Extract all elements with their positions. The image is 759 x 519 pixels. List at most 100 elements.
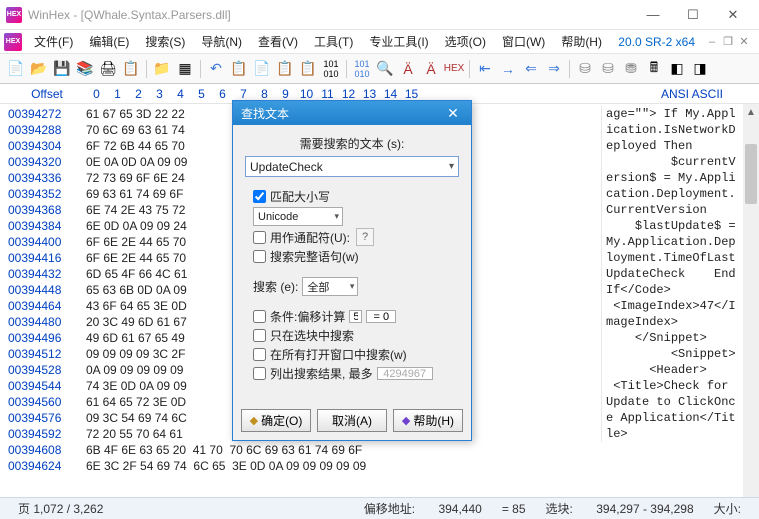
clipboard-icon[interactable]: 📄 — [252, 59, 272, 79]
col-header: 13 — [359, 87, 380, 101]
menu-f[interactable]: 文件(F) — [26, 30, 81, 53]
hex-bytes[interactable]: 61 64 65 72 3E 0D — [86, 395, 186, 409]
app-menu-icon[interactable]: HEX — [4, 33, 22, 51]
hex-bytes[interactable]: 0A 09 09 09 09 09 — [86, 363, 183, 377]
close-button[interactable]: ✕ — [713, 4, 753, 26]
hex-bytes[interactable]: 6E 74 2E 43 75 72 — [86, 203, 185, 217]
vertical-scrollbar[interactable]: ▲ ▼ — [743, 104, 759, 516]
find-icon[interactable]: Ä — [398, 59, 418, 79]
maximize-button[interactable]: ☐ — [673, 4, 713, 26]
col-header: 8 — [254, 87, 275, 101]
hex-bytes[interactable]: 6F 6E 2E 44 65 70 — [86, 251, 186, 265]
hex-bytes[interactable]: 74 3E 0D 0A 09 09 — [86, 379, 187, 393]
hex-bytes[interactable]: 61 67 65 3D 22 22 — [86, 107, 185, 121]
hex-bytes[interactable]: 20 3C 49 6D 61 67 — [86, 315, 187, 329]
list-results-checkbox[interactable] — [253, 367, 266, 380]
hex-bytes[interactable]: 43 6F 64 65 3E 0D — [86, 299, 187, 313]
replace-icon[interactable]: HEX — [444, 59, 464, 79]
hex-bytes[interactable]: 09 09 09 09 3C 2F — [86, 347, 185, 361]
undo-icon[interactable]: ↶ — [206, 59, 226, 79]
menu-s[interactable]: 搜索(S) — [137, 30, 193, 53]
mdi-close-icon[interactable]: ✕ — [737, 35, 751, 49]
hex-bytes[interactable]: 6F 72 6B 44 65 70 — [86, 139, 185, 153]
mdi-minimize-icon[interactable]: – — [705, 35, 719, 49]
tool1-icon[interactable]: ◧ — [667, 59, 687, 79]
new-file-icon[interactable]: 📄 — [6, 59, 26, 79]
hex-bytes[interactable]: 6F 6E 2E 44 65 70 — [86, 235, 186, 249]
hex-bytes[interactable]: 6B 4F 6E 63 65 20 41 70 70 6C 69 63 61 7… — [86, 443, 362, 457]
hex-bytes[interactable]: 72 73 69 6F 6E 24 — [86, 171, 185, 185]
condition-value2-input[interactable] — [366, 310, 396, 323]
tool2-icon[interactable]: ◨ — [690, 59, 710, 79]
condition-value1-input[interactable] — [349, 310, 362, 323]
match-case-checkbox[interactable] — [253, 190, 266, 203]
calc-icon[interactable]: 🖩 — [644, 59, 664, 79]
cancel-button[interactable]: 取消(A) — [317, 409, 387, 432]
selection-only-label: 只在选块中搜索 — [270, 327, 354, 344]
menu-e[interactable]: 编辑(E) — [81, 30, 137, 53]
hex-bytes[interactable]: 65 63 6B 0D 0A 09 — [86, 283, 187, 297]
binary-icon[interactable]: 101010 — [321, 59, 341, 79]
ok-button[interactable]: ◆确定(O) — [241, 409, 311, 432]
condition-checkbox[interactable] — [253, 310, 266, 323]
open-disk-icon[interactable]: 📁 — [152, 59, 172, 79]
hex-row[interactable]: 003946246E 3C 2F 54 69 74 6C 65 3E 0D 0A… — [8, 458, 366, 474]
dialog-close-button[interactable]: ✕ — [443, 105, 463, 122]
save-all-icon[interactable]: 📚 — [75, 59, 95, 79]
help-button[interactable]: ◆帮助(H) — [393, 409, 463, 432]
go-first-icon[interactable]: ⇤ — [475, 59, 495, 79]
menu-o[interactable]: 选项(O) — [437, 30, 494, 53]
disk3-icon[interactable]: ⛃ — [621, 59, 641, 79]
dialog-titlebar[interactable]: 查找文本 ✕ — [233, 101, 471, 125]
find-hex-icon[interactable]: 101010 — [352, 59, 372, 79]
menu-h[interactable]: 帮助(H) — [553, 30, 610, 53]
menu-i[interactable]: 专业工具(I) — [361, 30, 436, 53]
paste-special-icon[interactable]: 📋 — [298, 59, 318, 79]
mdi-restore-icon[interactable]: ❐ — [721, 35, 735, 49]
scroll-up-icon[interactable]: ▲ — [743, 104, 759, 120]
byte-value: = 85 — [492, 502, 536, 516]
hex-bytes[interactable]: 72 20 55 70 64 61 — [86, 427, 183, 441]
wildcards-checkbox[interactable] — [253, 231, 266, 244]
find-text-icon[interactable]: 🔍 — [375, 59, 395, 79]
search-direction-combo[interactable]: 全部 — [302, 277, 358, 296]
scrollbar-thumb[interactable] — [745, 144, 757, 204]
disk1-icon[interactable]: ⛁ — [575, 59, 595, 79]
selection-only-checkbox[interactable] — [253, 329, 266, 342]
open-ram-icon[interactable]: ▦ — [175, 59, 195, 79]
hex-row[interactable]: 003946086B 4F 6E 63 65 20 41 70 70 6C 69… — [8, 442, 366, 458]
offset-cell: 00394608 — [8, 442, 86, 458]
hex-bytes[interactable]: 0E 0A 0D 0A 09 09 — [86, 155, 187, 169]
disk2-icon[interactable]: ⛁ — [598, 59, 618, 79]
hex-bytes[interactable]: 69 63 61 74 69 6F — [86, 187, 183, 201]
menu-v[interactable]: 查看(V) — [250, 30, 306, 53]
hex-bytes[interactable]: 6D 65 4F 66 4C 61 — [86, 267, 187, 281]
wildcard-char-button[interactable]: ? — [356, 228, 374, 246]
menu-n[interactable]: 导航(N) — [193, 30, 250, 53]
hex-bytes[interactable]: 49 6D 61 67 65 49 — [86, 331, 185, 345]
go-back-icon[interactable]: ⇐ — [521, 59, 541, 79]
menu-t[interactable]: 工具(T) — [306, 30, 361, 53]
go-prev-icon[interactable]: → — [498, 59, 518, 79]
offset-cell: 00394272 — [8, 106, 86, 122]
search-text-input[interactable]: UpdateCheck — [245, 156, 459, 177]
hex-bytes[interactable]: 6E 3C 2F 54 69 74 6C 65 3E 0D 0A 09 09 0… — [86, 459, 366, 473]
list-max-input[interactable] — [377, 367, 433, 380]
list-results-label: 列出搜索结果, 最多 — [270, 365, 373, 382]
hex-bytes[interactable]: 70 6C 69 63 61 74 — [86, 123, 185, 137]
open-folder-icon[interactable]: 📂 — [29, 59, 49, 79]
paste-icon[interactable]: 📋 — [275, 59, 295, 79]
hex-bytes[interactable]: 6E 0D 0A 09 09 24 — [86, 219, 187, 233]
copy-icon[interactable]: 📋 — [229, 59, 249, 79]
hex-bytes[interactable]: 09 3C 54 69 74 6C — [86, 411, 187, 425]
print-icon[interactable]: 🖨 — [98, 59, 118, 79]
find-again-icon[interactable]: Ä — [421, 59, 441, 79]
whole-words-checkbox[interactable] — [253, 250, 266, 263]
encoding-combo[interactable]: Unicode — [253, 207, 343, 226]
save-icon[interactable]: 💾 — [52, 59, 72, 79]
all-windows-checkbox[interactable] — [253, 348, 266, 361]
minimize-button[interactable]: — — [633, 4, 673, 26]
properties-icon[interactable]: 📋 — [121, 59, 141, 79]
go-forward-icon[interactable]: ⇒ — [544, 59, 564, 79]
menu-w[interactable]: 窗口(W) — [494, 30, 553, 53]
